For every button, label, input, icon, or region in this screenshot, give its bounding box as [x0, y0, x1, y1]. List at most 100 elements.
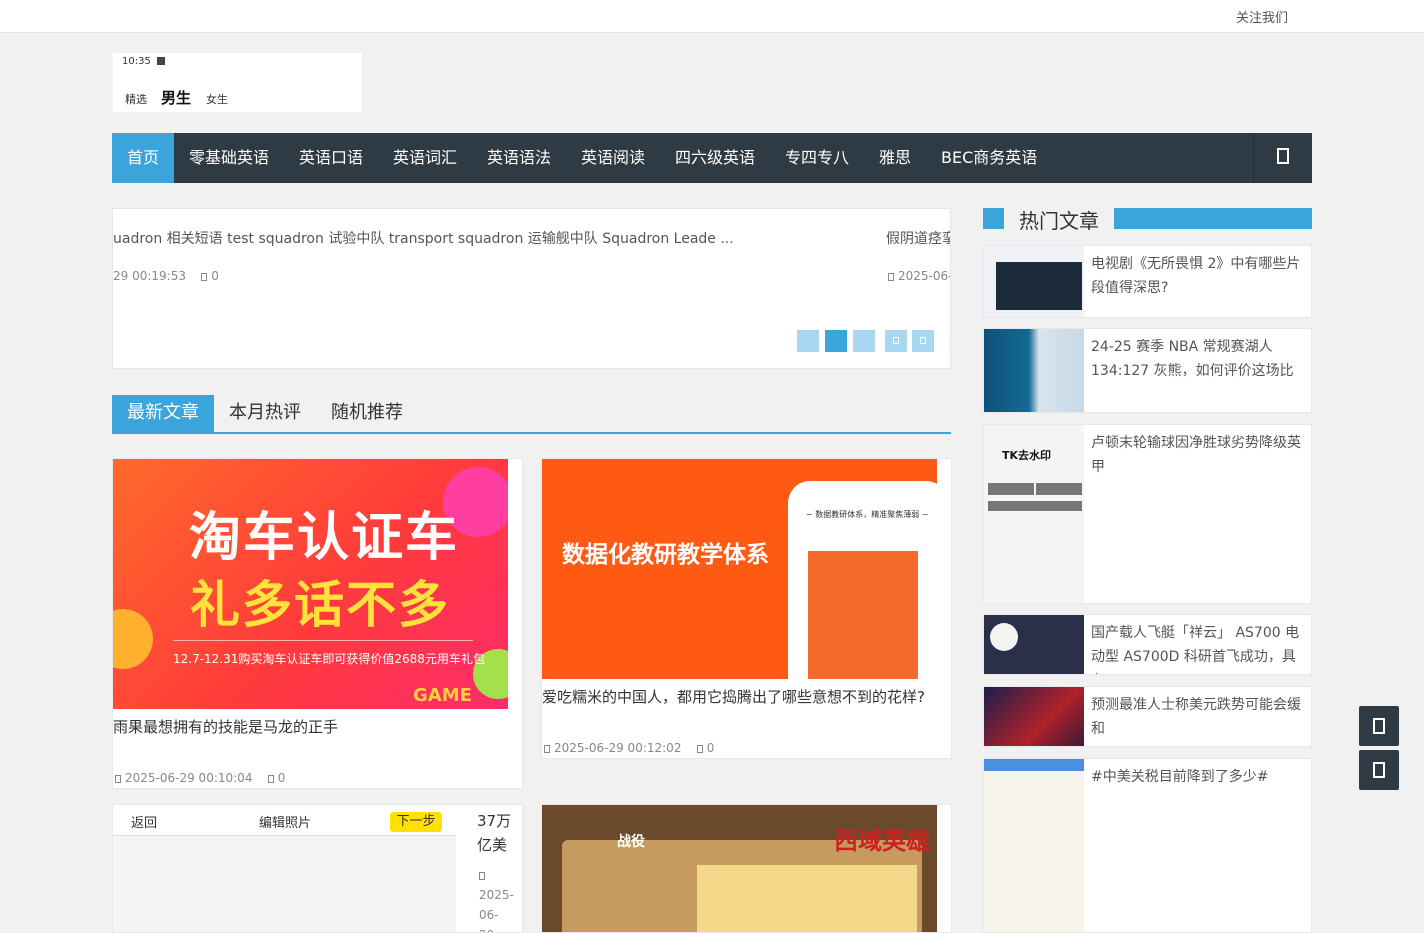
next-icon: [920, 337, 926, 344]
thumb-headline: 数据化教研教学体系: [562, 542, 769, 568]
thumb-back-text: 返回: [131, 816, 158, 831]
thumb-image: [996, 262, 1082, 310]
article-thumbnail[interactable]: 淘车认证车 礼多话不多 12.7-12.31购买淘车认证车即可获得价值2688元…: [113, 459, 508, 709]
article-card[interactable]: 数据化教研教学体系 ~ 数据教研体系，精准聚焦薄弱 ~ 爱吃糯米的中国人，都用它…: [541, 458, 952, 759]
clock-icon: [479, 872, 485, 880]
float-button-2[interactable]: [1359, 750, 1399, 790]
nav-item-cet[interactable]: 四六级英语: [675, 133, 755, 183]
thumb-button: [988, 483, 1034, 495]
thumb-scene: [697, 865, 917, 932]
article-title[interactable]: 37万亿美: [477, 809, 513, 857]
slide-next-date: 2025-06-2: [898, 269, 950, 283]
nav-item-vocabulary[interactable]: 英语词汇: [393, 133, 457, 183]
tab-latest[interactable]: 最新文章: [112, 395, 214, 432]
hot-article-title[interactable]: #中美关税目前降到了多少#: [1091, 765, 1307, 789]
article-comments: 0: [277, 771, 286, 785]
thumb-divider: [173, 640, 473, 641]
hot-article-thumb[interactable]: [984, 759, 1084, 932]
hot-article-item[interactable]: #中美关税目前降到了多少#: [983, 758, 1312, 933]
logo-tab-male: 男生: [161, 89, 192, 107]
hot-article-thumb[interactable]: [984, 615, 1084, 674]
hot-article-title[interactable]: 电视剧《无所畏惧 2》中有哪些片段值得深思?: [1091, 252, 1307, 300]
site-logo[interactable]: 10:35 精选 男生 女生: [113, 53, 362, 112]
battery-icon: [157, 57, 165, 65]
article-meta: 2025-06-29: [479, 865, 514, 932]
article-card[interactable]: 返回 编辑照片 下一步 37万亿美 2025-06-29: [112, 804, 523, 933]
follow-us-link[interactable]: 关注我们: [1236, 7, 1288, 26]
article-date: 2025-06-29 00:12:02: [554, 741, 682, 755]
hot-article-item[interactable]: 电视剧《无所畏惧 2》中有哪些片段值得深思?: [983, 245, 1312, 318]
phone-title: ~ 数据教研体系，精准聚焦薄弱 ~: [806, 510, 929, 519]
slide-meta: 29 00:19:53 0: [113, 269, 219, 283]
slider-prev-button[interactable]: [885, 330, 907, 352]
article-card[interactable]: 战役 西域英雄: [541, 804, 952, 933]
featured-slider[interactable]: uadron 相关短语 test squadron 试验中队 transport…: [112, 208, 951, 369]
article-thumbnail[interactable]: 战役 西域英雄: [542, 805, 937, 932]
phone-chart: [808, 551, 918, 679]
nav-item-grammar[interactable]: 英语语法: [487, 133, 551, 183]
logo-tab-female: 女生: [206, 93, 228, 106]
header-accent: [983, 208, 1004, 229]
float-button-1[interactable]: [1359, 706, 1399, 746]
nav-divider: [1253, 133, 1254, 183]
nav-item-bec[interactable]: BEC商务英语: [941, 133, 1037, 183]
prev-icon: [893, 337, 899, 344]
thumb-text: TK去水印: [1002, 449, 1052, 462]
hot-article-item[interactable]: TK去水印 卢顿末轮输球因净胜球劣势降级英甲: [983, 424, 1312, 604]
hot-article-item[interactable]: 24-25 赛季 NBA 常规赛湖人 134:127 灰熊，如何评价这场比: [983, 328, 1312, 413]
slider-next-button[interactable]: [912, 330, 934, 352]
clock-icon: [544, 745, 550, 753]
slide-excerpt[interactable]: uadron 相关短语 test squadron 试验中队 transport…: [113, 228, 734, 248]
article-thumbnail[interactable]: 数据化教研教学体系 ~ 数据教研体系，精准聚焦薄弱 ~: [542, 459, 937, 679]
thumb-button: [1036, 483, 1082, 495]
article-title[interactable]: 雨果最想拥有的技能是马龙的正手: [113, 715, 338, 739]
nav-item-basic-english[interactable]: 零基础英语: [189, 133, 269, 183]
hot-article-thumb[interactable]: [984, 687, 1084, 746]
nav-item-home[interactable]: 首页: [112, 133, 174, 183]
thumb-logo: GAME: [413, 685, 472, 706]
slide-next-excerpt[interactable]: 假阴道痉挛: [886, 228, 950, 248]
thumb-header: [984, 759, 1084, 771]
thumb-brand: 西域英雄: [834, 827, 930, 855]
slider-dot[interactable]: [797, 330, 819, 352]
hot-article-thumb[interactable]: [984, 329, 1084, 412]
comment-icon: [267, 775, 274, 783]
clock-icon: [888, 273, 894, 281]
search-icon[interactable]: [1277, 148, 1289, 164]
thumb-edit-text: 编辑照片: [259, 816, 312, 831]
hot-article-title[interactable]: 24-25 赛季 NBA 常规赛湖人 134:127 灰熊，如何评价这场比: [1091, 335, 1307, 383]
hot-article-title[interactable]: 卢顿末轮输球因净胜球劣势降级英甲: [1091, 431, 1307, 479]
hot-article-thumb[interactable]: [984, 246, 1084, 317]
hot-article-title[interactable]: 预测最准人士称美元跌势可能会缓和: [1091, 693, 1307, 741]
hot-article-title[interactable]: 国产载人飞艇「祥云」 AS700 电动型 AS700D 科研首飞成功，具有: [1091, 621, 1307, 674]
article-title[interactable]: 爱吃糯米的中国人，都用它捣腾出了哪些意想不到的花样?: [542, 685, 937, 709]
hot-article-item[interactable]: 国产载人飞艇「祥云」 AS700 电动型 AS700D 科研首飞成功，具有: [983, 614, 1312, 675]
logo-time: 10:35: [122, 56, 151, 67]
thumb-phone: ~ 数据教研体系，精准聚焦薄弱 ~: [788, 481, 937, 679]
slider-dot-active[interactable]: [825, 330, 847, 352]
thumb-subheadline: 礼多话不多: [190, 576, 450, 634]
article-card[interactable]: 淘车认证车 礼多话不多 12.7-12.31购买淘车认证车即可获得价值2688元…: [112, 458, 523, 789]
article-comments: 0: [706, 741, 715, 755]
thumb-headline: 淘车认证车: [189, 508, 460, 568]
thumb-caption: 12.7-12.31购买淘车认证车即可获得价值2688元用车礼包: [173, 652, 485, 666]
hot-article-thumb[interactable]: TK去水印: [984, 425, 1084, 603]
nav-item-tem[interactable]: 专四专八: [785, 133, 849, 183]
nav-item-reading[interactable]: 英语阅读: [581, 133, 645, 183]
article-date: 2025-06-29 00:10:04: [125, 771, 253, 785]
article-date: 2025-06-29: [479, 888, 514, 932]
slide-date: 29 00:19:53: [113, 269, 186, 283]
thumb-button: [988, 501, 1082, 511]
article-thumbnail[interactable]: 返回 编辑照片 下一步: [113, 805, 456, 932]
comment-icon: [201, 273, 208, 281]
decor-circle: [113, 609, 153, 669]
tab-random[interactable]: 随机推荐: [316, 395, 418, 432]
tab-monthly-hot[interactable]: 本月热评: [214, 395, 316, 432]
nav-item-spoken[interactable]: 英语口语: [299, 133, 363, 183]
slide-next-meta: 2025-06-2: [888, 269, 950, 283]
thumb-next-text: 下一步: [390, 812, 442, 832]
thumb-label: 战役: [617, 834, 645, 850]
slider-dot[interactable]: [853, 330, 875, 352]
hot-article-item[interactable]: 预测最准人士称美元跌势可能会缓和: [983, 686, 1312, 747]
nav-item-ielts[interactable]: 雅思: [879, 133, 911, 183]
